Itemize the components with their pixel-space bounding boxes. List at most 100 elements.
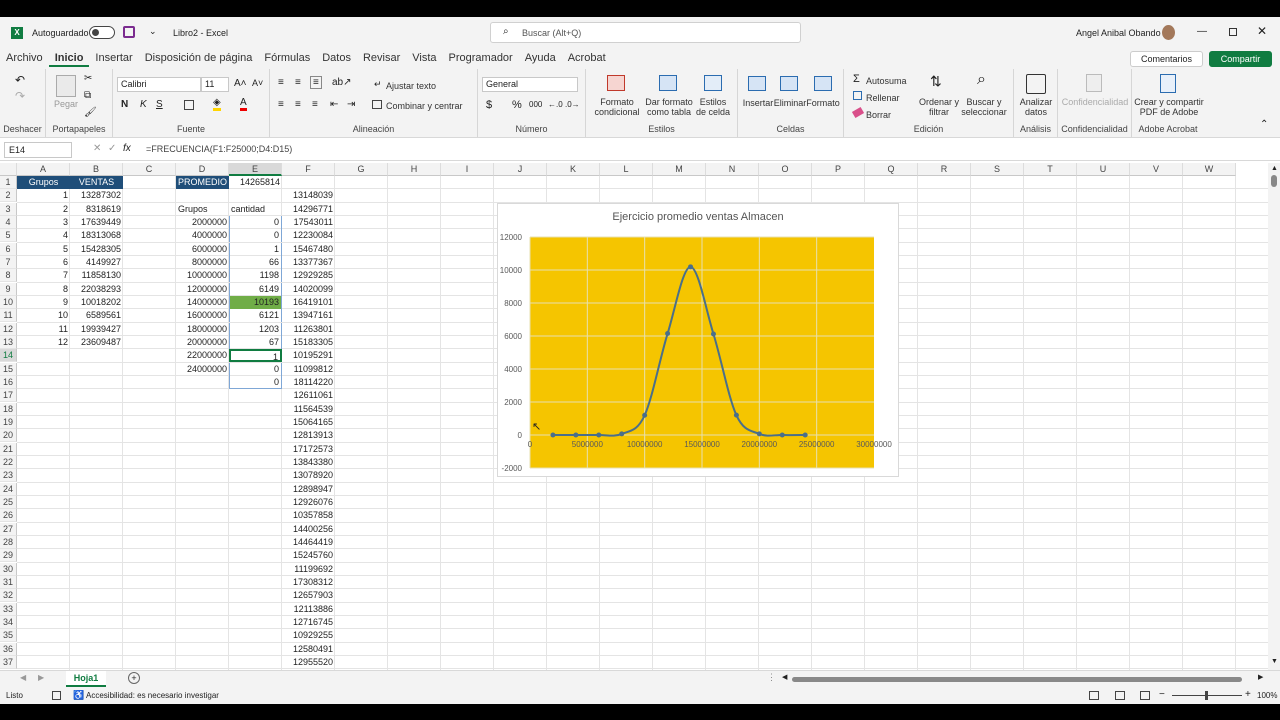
tab-f-rmulas[interactable]: Fórmulas (258, 52, 316, 67)
fill-color-icon[interactable]: ◈ (213, 97, 221, 111)
cell-group-number[interactable]: 10 (17, 309, 70, 322)
column-header-L[interactable]: L (600, 163, 653, 176)
row-header-10[interactable]: 10 (0, 295, 17, 309)
cell-f-value[interactable]: 12898947 (282, 483, 335, 496)
decrease-indent-icon[interactable]: ⇤ (330, 99, 338, 110)
find-select-button[interactable]: Buscar y seleccionar (959, 97, 1009, 117)
column-header-G[interactable]: G (335, 163, 388, 176)
freq-bin-cell[interactable]: 18000000 (176, 323, 229, 336)
freq-count-cell[interactable]: 1 (229, 242, 282, 256)
row-header-9[interactable]: 9 (0, 282, 17, 296)
insert-cells-button[interactable]: Insertar (740, 98, 776, 108)
column-header-J[interactable]: J (494, 163, 547, 176)
horizontal-scrollbar[interactable]: ◀ ▶ (780, 673, 1268, 685)
tab-options-icon[interactable]: ⋮ (767, 672, 776, 683)
cell-f-value[interactable]: 14020099 (282, 283, 335, 296)
freq-count-cell[interactable]: 0 (229, 375, 282, 389)
row-header-24[interactable]: 24 (0, 482, 17, 496)
column-header-Q[interactable]: Q (865, 163, 918, 176)
row-header-14[interactable]: 14 (0, 349, 17, 363)
promedio-label-cell[interactable]: PROMEDIO (176, 176, 229, 189)
cell-ventas-value[interactable]: 18313068 (70, 229, 123, 242)
bold-icon[interactable]: N (121, 99, 128, 110)
freq-count-cell[interactable]: 0 (229, 229, 282, 243)
freq-count-cell[interactable]: 6149 (229, 282, 282, 296)
cell-f-value[interactable]: 12580491 (282, 643, 335, 656)
align-left-icon[interactable]: ≡ (278, 99, 284, 110)
freq-count-cell[interactable]: 0 (229, 362, 282, 376)
cell-group-number[interactable]: 12 (17, 336, 70, 349)
column-header-T[interactable]: T (1024, 163, 1077, 176)
cell-f-value[interactable]: 14464419 (282, 536, 335, 549)
next-sheet-icon[interactable]: ▶ (38, 673, 44, 682)
select-all-corner[interactable] (0, 163, 17, 176)
font-color-icon[interactable]: A (240, 97, 247, 111)
column-header-F[interactable]: F (282, 163, 335, 176)
accessibility-status[interactable]: Accesibilidad: es necesario investigar (86, 691, 219, 700)
tab-revisar[interactable]: Revisar (357, 52, 406, 67)
cell-group-number[interactable]: 7 (17, 269, 70, 282)
page-layout-icon[interactable] (1115, 691, 1125, 700)
row-header-25[interactable]: 25 (0, 495, 17, 509)
paste-button[interactable]: Pegar (53, 99, 79, 109)
cell-ventas-value[interactable]: 13287302 (70, 189, 123, 202)
zoom-slider-thumb[interactable] (1205, 691, 1208, 700)
cell-styles-button[interactable]: Estilos de celda (694, 97, 732, 117)
cell-f-value[interactable]: 13148039 (282, 189, 335, 202)
shrink-font-icon[interactable]: A˅ (252, 78, 263, 88)
cell-f-value[interactable]: 14400256 (282, 523, 335, 536)
row-header-3[interactable]: 3 (0, 202, 17, 216)
page-break-icon[interactable] (1140, 691, 1150, 700)
freq-count-cell[interactable]: 6121 (229, 309, 282, 323)
tab-acrobat[interactable]: Acrobat (562, 52, 612, 67)
italic-icon[interactable]: K (140, 99, 147, 110)
row-header-22[interactable]: 22 (0, 455, 17, 469)
cell-f-value[interactable]: 11263801 (282, 323, 335, 336)
cell-f-value[interactable]: 11199692 (282, 563, 335, 576)
zoom-level[interactable]: 100% (1257, 691, 1277, 700)
freq-bin-cell[interactable]: 6000000 (176, 243, 229, 256)
cell-f-value[interactable]: 12929285 (282, 269, 335, 282)
orientation-icon[interactable]: ab↗ (332, 77, 352, 88)
row-header-23[interactable]: 23 (0, 469, 17, 483)
row-header-16[interactable]: 16 (0, 375, 17, 389)
align-middle-icon[interactable]: ≡ (295, 77, 301, 88)
close-icon[interactable]: ✕ (1257, 24, 1267, 38)
column-header-C[interactable]: C (123, 163, 176, 176)
cell-f-value[interactable]: 12611061 (282, 389, 335, 402)
search-box[interactable]: ⌕ Buscar (Alt+Q) (490, 22, 801, 43)
redo-icon[interactable]: ↷ (15, 89, 25, 103)
chart[interactable]: Ejercicio promedio ventas Almacen -2000 0… (497, 203, 899, 477)
comments-button[interactable]: Comentarios (1130, 51, 1203, 67)
format-cells-button[interactable]: Formato (806, 98, 840, 108)
macro-record-icon[interactable] (52, 691, 61, 700)
cell-ventas-value[interactable]: 17639449 (70, 216, 123, 229)
customize-toolbar-icon[interactable]: ⌄ (149, 26, 157, 37)
cell-ventas-value[interactable]: 10018202 (70, 296, 123, 309)
column-header-V[interactable]: V (1130, 163, 1183, 176)
cell-group-number[interactable]: 9 (17, 296, 70, 309)
row-header-21[interactable]: 21 (0, 442, 17, 456)
row-header-30[interactable]: 30 (0, 562, 17, 576)
tab-ayuda[interactable]: Ayuda (519, 52, 562, 67)
cell-ventas-value[interactable]: 19939427 (70, 323, 123, 336)
row-header-12[interactable]: 12 (0, 322, 17, 336)
align-top-icon[interactable]: ≡ (278, 77, 284, 88)
column-header-B[interactable]: B (70, 163, 123, 176)
cell-group-number[interactable]: 6 (17, 256, 70, 269)
cell-f-value[interactable]: 17308312 (282, 576, 335, 589)
column-header-K[interactable]: K (547, 163, 600, 176)
row-header-28[interactable]: 28 (0, 535, 17, 549)
freq-bin-cell[interactable]: 12000000 (176, 283, 229, 296)
cell-f-value[interactable]: 12813913 (282, 429, 335, 442)
cell-ventas-value[interactable]: 8318619 (70, 203, 123, 216)
font-name-select[interactable]: Calibri (117, 77, 201, 92)
cell-f-value[interactable]: 18114220 (282, 376, 335, 389)
row-header-27[interactable]: 27 (0, 522, 17, 536)
cell-f-value[interactable]: 10357858 (282, 509, 335, 522)
cell-f-value[interactable]: 17543011 (282, 216, 335, 229)
column-header-R[interactable]: R (918, 163, 971, 176)
conditional-format-button[interactable]: Formato condicional (590, 97, 644, 117)
underline-icon[interactable]: S (156, 99, 163, 110)
cell-f-value[interactable]: 12230084 (282, 229, 335, 242)
